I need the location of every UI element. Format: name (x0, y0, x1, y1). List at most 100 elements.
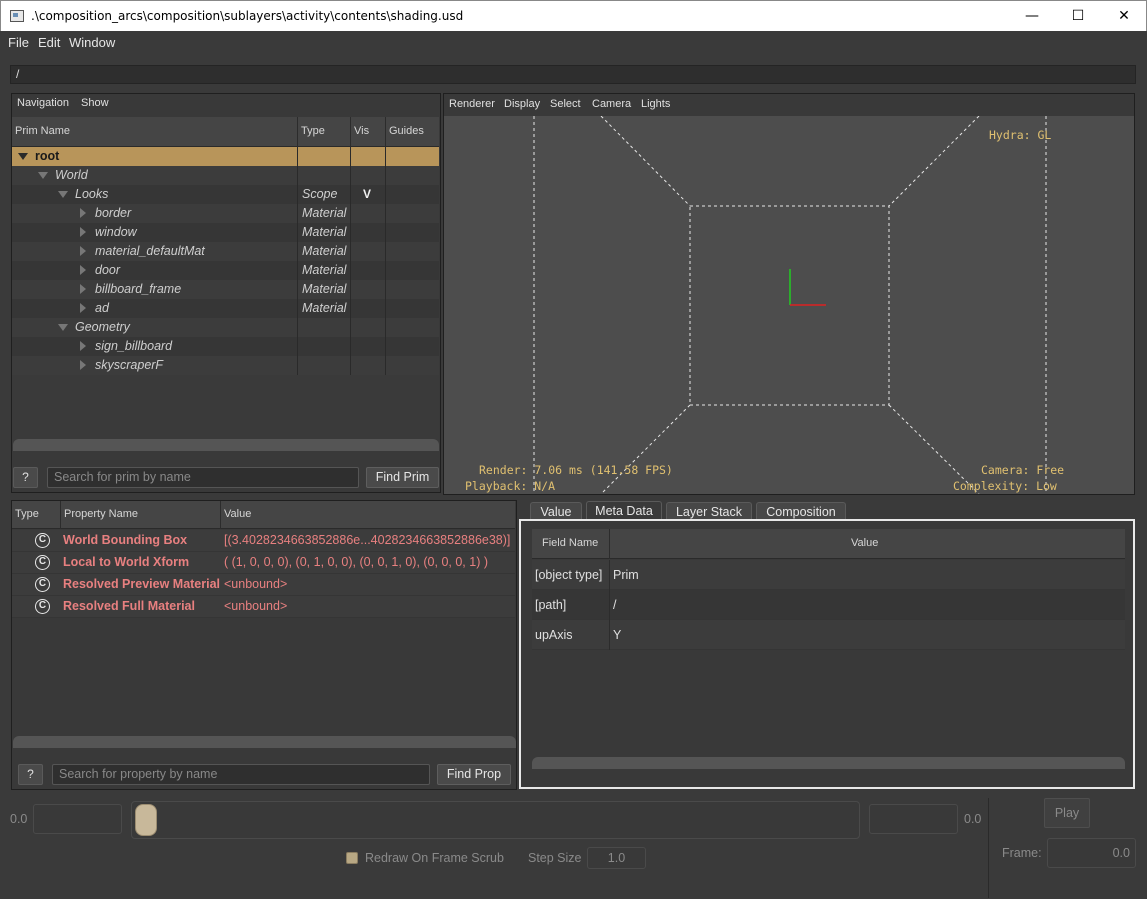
tree-row-geometry[interactable]: Geometry (12, 318, 439, 337)
property-row[interactable]: C Resolved Preview Material <unbound> (12, 574, 515, 596)
renderer-menu[interactable]: Renderer (449, 98, 495, 110)
collapse-arrow-icon[interactable] (80, 303, 86, 313)
tree-item-label: window (95, 225, 137, 239)
metadata-row[interactable]: [object type] Prim (532, 560, 1125, 590)
tree-item-type: Material (302, 206, 347, 220)
tree-item-label: sign_billboard (95, 339, 173, 353)
tree-item-type: Material (302, 263, 347, 277)
menu-bar: File Edit Window (0, 31, 1147, 53)
prim-tree: root World Looks Scope V border Material… (12, 147, 439, 447)
metadata-panel: Field Name Value [object type] Prim [pat… (519, 519, 1135, 789)
collapse-arrow-icon[interactable] (80, 265, 86, 275)
collapse-arrow-icon[interactable] (80, 284, 86, 294)
property-search-input[interactable]: Search for property by name (52, 764, 430, 785)
property-value: <unbound> (224, 577, 288, 591)
start-frame-input[interactable] (33, 804, 122, 834)
frame-slider-handle[interactable] (135, 804, 157, 836)
tree-row-world[interactable]: World (12, 166, 439, 185)
property-scrollbar[interactable] (13, 736, 516, 748)
redraw-label: Redraw On Frame Scrub (365, 851, 504, 865)
prim-path-field[interactable]: / (10, 65, 1136, 84)
metadata-value: Prim (613, 568, 639, 582)
display-menu[interactable]: Display (504, 98, 540, 110)
tree-row-window[interactable]: window Material (12, 223, 439, 242)
viewport-toolbar: Renderer Display Select Camera Lights (444, 94, 1134, 116)
maximize-button[interactable]: ☐ (1055, 1, 1101, 31)
collapse-arrow-icon[interactable] (80, 227, 86, 237)
lights-menu[interactable]: Lights (641, 98, 670, 110)
minimize-button[interactable]: — (1009, 1, 1055, 31)
menu-window[interactable]: Window (69, 35, 115, 50)
menu-file[interactable]: File (8, 35, 29, 50)
tree-row-ad[interactable]: ad Material (12, 299, 439, 318)
menu-edit[interactable]: Edit (38, 35, 60, 50)
column-prop-value[interactable]: Value (224, 508, 251, 520)
tree-item-label: World (55, 168, 88, 182)
tree-item-vis[interactable]: V (363, 187, 371, 201)
tree-row-sign-billboard[interactable]: sign_billboard (12, 337, 439, 356)
play-button[interactable]: Play (1044, 798, 1090, 828)
camera-menu[interactable]: Camera (592, 98, 631, 110)
frame-input[interactable]: 0.0 (1047, 838, 1136, 868)
collapse-arrow-icon[interactable] (80, 246, 86, 256)
expand-arrow-icon[interactable] (58, 324, 68, 331)
prim-search-input[interactable]: Search for prim by name (47, 467, 359, 488)
close-button[interactable]: ✕ (1101, 1, 1147, 31)
property-row[interactable]: C Resolved Full Material <unbound> (12, 596, 515, 618)
expand-arrow-icon[interactable] (18, 153, 28, 160)
property-help-button[interactable]: ? (18, 764, 43, 785)
viewport-scene (533, 116, 1047, 494)
prim-tree-scrollbar[interactable] (13, 439, 439, 451)
column-prop-type[interactable]: Type (15, 508, 39, 520)
property-row[interactable]: C Local to World Xform ( (1, 0, 0, 0), (… (12, 552, 515, 574)
prim-tree-header: Prim Name Type Vis Guides (12, 117, 439, 147)
property-value: [(3.4028234663852886e...4028234663852886… (224, 533, 511, 547)
end-frame-input[interactable] (869, 804, 958, 834)
metadata-scrollbar[interactable] (532, 757, 1125, 769)
computed-property-icon: C (35, 533, 50, 548)
frame-slider-track[interactable] (131, 801, 860, 839)
metadata-row[interactable]: upAxis Y (532, 620, 1125, 650)
computed-property-icon: C (35, 599, 50, 614)
tree-item-type: Material (302, 225, 347, 239)
tree-row-skyscraperf[interactable]: skyscraperF (12, 356, 439, 375)
collapse-arrow-icon[interactable] (80, 360, 86, 370)
column-type[interactable]: Type (301, 125, 325, 137)
tree-item-label: material_defaultMat (95, 244, 205, 258)
find-prop-button[interactable]: Find Prop (437, 764, 511, 785)
column-meta-value[interactable]: Value (851, 537, 878, 549)
tree-item-label: skyscraperF (95, 358, 164, 372)
tree-item-label: Looks (75, 187, 109, 201)
find-prim-button[interactable]: Find Prim (366, 467, 439, 488)
frame-label: Frame: (1002, 846, 1042, 860)
hud-render-time: Render: 7.06 ms (141.58 FPS) (479, 463, 673, 477)
property-row[interactable]: C World Bounding Box [(3.402823466385288… (12, 530, 515, 552)
collapse-arrow-icon[interactable] (80, 341, 86, 351)
tree-row-material-defaultmat[interactable]: material_defaultMat Material (12, 242, 439, 261)
navigation-menu[interactable]: Navigation (17, 97, 69, 109)
tree-row-border[interactable]: border Material (12, 204, 439, 223)
tree-row-root[interactable]: root (12, 147, 439, 166)
expand-arrow-icon[interactable] (38, 172, 48, 179)
column-vis[interactable]: Vis (354, 125, 369, 137)
step-size-input[interactable]: 1.0 (587, 847, 646, 869)
metadata-row[interactable]: [path] / (532, 590, 1125, 620)
column-property-name[interactable]: Property Name (64, 508, 138, 520)
metadata-field: [path] (535, 598, 567, 612)
show-menu[interactable]: Show (81, 97, 109, 109)
tree-row-billboard-frame[interactable]: billboard_frame Material (12, 280, 439, 299)
tab-meta-data[interactable]: Meta Data (586, 501, 662, 521)
column-prim-name[interactable]: Prim Name (15, 125, 70, 137)
select-menu[interactable]: Select (550, 98, 581, 110)
redraw-checkbox[interactable] (346, 852, 358, 864)
tree-row-door[interactable]: door Material (12, 261, 439, 280)
prim-help-button[interactable]: ? (13, 467, 38, 488)
tree-row-looks[interactable]: Looks Scope V (12, 185, 439, 204)
viewport-canvas[interactable]: Hydra: GL Render: 7.06 ms (141.58 FPS) P… (444, 116, 1134, 494)
expand-arrow-icon[interactable] (58, 191, 68, 198)
tree-item-type: Material (302, 244, 347, 258)
metadata-field: [object type] (535, 568, 603, 582)
column-guides[interactable]: Guides (389, 125, 424, 137)
column-field-name[interactable]: Field Name (542, 537, 598, 549)
collapse-arrow-icon[interactable] (80, 208, 86, 218)
